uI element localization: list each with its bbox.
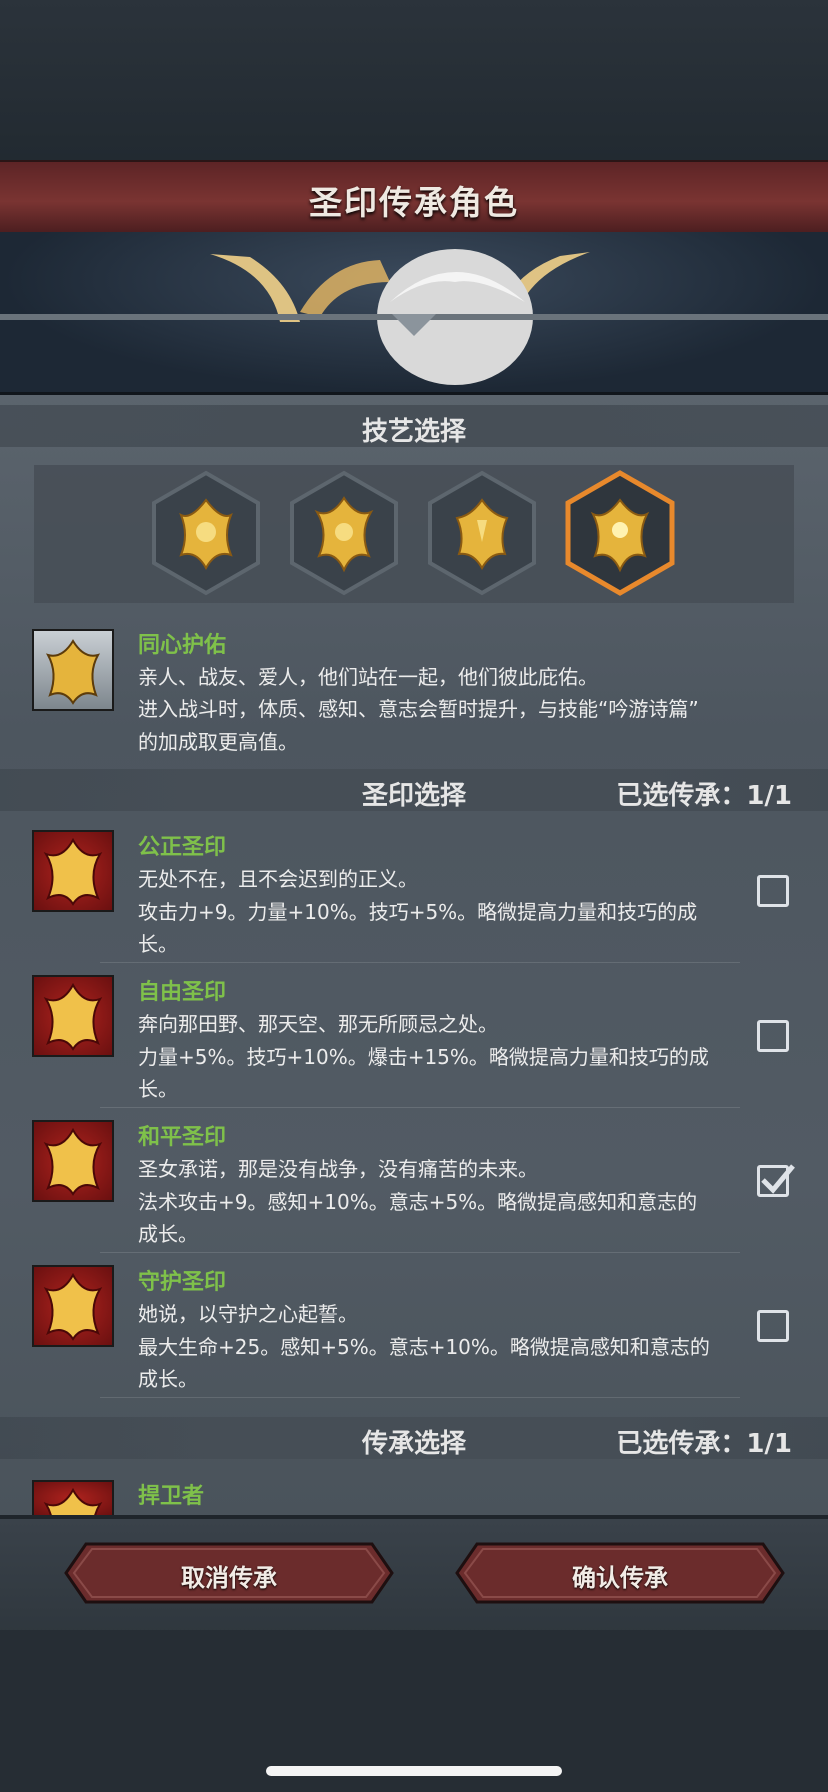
skill-section-header: 技艺选择 (0, 405, 828, 447)
skill-option-2[interactable] (289, 470, 399, 596)
seal-checkbox-peace[interactable] (757, 1164, 795, 1197)
seal-desc-line: 奔向那田野、那天空、那无所顾忌之处。 (138, 1012, 498, 1036)
heritage-icon (32, 1480, 114, 1515)
confirm-heritage-label: 确认传承 (572, 1564, 668, 1592)
seal-desc-line: 最大生命+25。感知+5%。意志+10%。略微提高感知和意志的 (138, 1335, 710, 1359)
seal-name: 和平圣印 (138, 1125, 227, 1150)
seal-name: 自由圣印 (138, 980, 227, 1005)
cancel-heritage-button[interactable]: 取消传承 (64, 1542, 394, 1604)
seal-selected-count: 已选传承：1/1 (616, 781, 792, 811)
skill-option-1[interactable] (151, 470, 261, 596)
skill-option-3[interactable] (427, 470, 537, 596)
skill-desc-line: 进入战斗时，体质、感知、意志会暂时提升，与技能“吟游诗篇” (138, 697, 699, 721)
seal-desc-line: 长。 (138, 1077, 178, 1101)
seal-desc-line: 法术攻击+9。感知+10%。意志+5%。略微提高感知和意志的 (138, 1190, 698, 1214)
skill-section-title: 技艺选择 (361, 417, 466, 447)
seal-desc-line: 圣女承诺，那是没有战争，没有痛苦的未来。 (138, 1157, 538, 1181)
skill-desc-line: 的加成取更高值。 (138, 730, 298, 754)
page-title: 圣印传承角色 (309, 183, 519, 222)
divider (100, 1252, 740, 1253)
checkmark-icon (761, 1164, 795, 1194)
seal-icon-peace (32, 1120, 114, 1202)
skill-tray (34, 465, 794, 603)
seal-icon-freedom (32, 975, 114, 1057)
seal-checkbox-justice[interactable] (757, 875, 789, 907)
seal-section-header: 圣印选择 已选传承：1/1 (0, 769, 828, 811)
seal-name: 守护圣印 (138, 1270, 227, 1295)
character-portrait (0, 232, 828, 395)
skill-desc-icon (32, 629, 114, 711)
heritage-section-header: 传承选择 已选传承：1/1 (0, 1417, 828, 1459)
seal-desc-line: 无处不在，且不会迟到的正义。 (138, 867, 418, 891)
skill-desc-name: 同心护佑 (138, 633, 227, 658)
heritage-name[interactable]: 捍卫者 (138, 1478, 204, 1510)
seal-icon-justice (32, 830, 114, 912)
home-indicator[interactable] (266, 1766, 562, 1776)
heritage-selected-count: 已选传承：1/1 (616, 1429, 792, 1459)
seal-desc-line: 力量+5%。技巧+10%。爆击+15%。略微提高力量和技巧的成 (138, 1045, 709, 1069)
seal-name: 公正圣印 (138, 835, 227, 860)
divider (100, 962, 740, 963)
seal-icon-guardian (32, 1265, 114, 1347)
cancel-heritage-label: 取消传承 (181, 1564, 277, 1592)
seal-desc-line: 成长。 (138, 1222, 198, 1246)
confirm-heritage-button[interactable]: 确认传承 (455, 1542, 785, 1604)
seal-desc-line: 成长。 (138, 1367, 198, 1391)
top-background (0, 0, 828, 160)
seal-desc-line: 攻击力+9。力量+10%。技巧+5%。略微提高力量和技巧的成 (138, 900, 698, 924)
seal-checkbox-guardian[interactable] (757, 1310, 789, 1342)
skill-desc-line: 亲人、战友、爱人，他们站在一起，他们彼此庇佑。 (138, 665, 598, 689)
seal-checkbox-freedom[interactable] (757, 1020, 789, 1052)
title-bar: 圣印传承角色 (0, 160, 828, 237)
divider (100, 1107, 740, 1108)
skill-option-4-selected[interactable] (565, 470, 675, 596)
divider (100, 1397, 740, 1398)
seal-desc-line: 长。 (138, 932, 178, 956)
seal-desc-line: 她说，以守护之心起誓。 (138, 1302, 358, 1326)
